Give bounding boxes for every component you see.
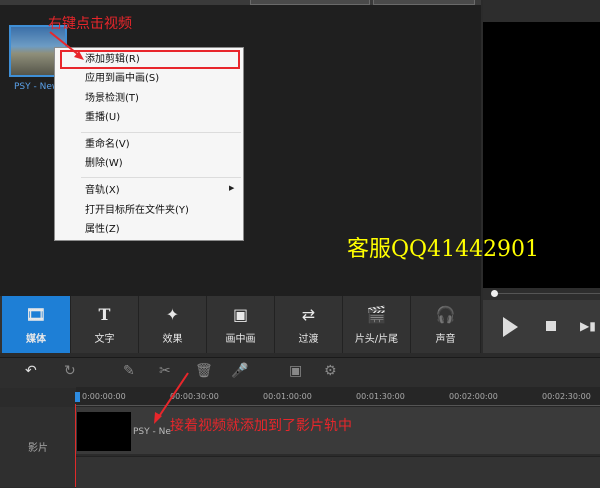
arrow-line (49, 31, 81, 57)
watermark-text: 客服QQ41442901 (347, 237, 540, 262)
arrow-line (157, 372, 189, 419)
annotation-added: 接着视频就添加到了影片轨中 (170, 418, 352, 434)
